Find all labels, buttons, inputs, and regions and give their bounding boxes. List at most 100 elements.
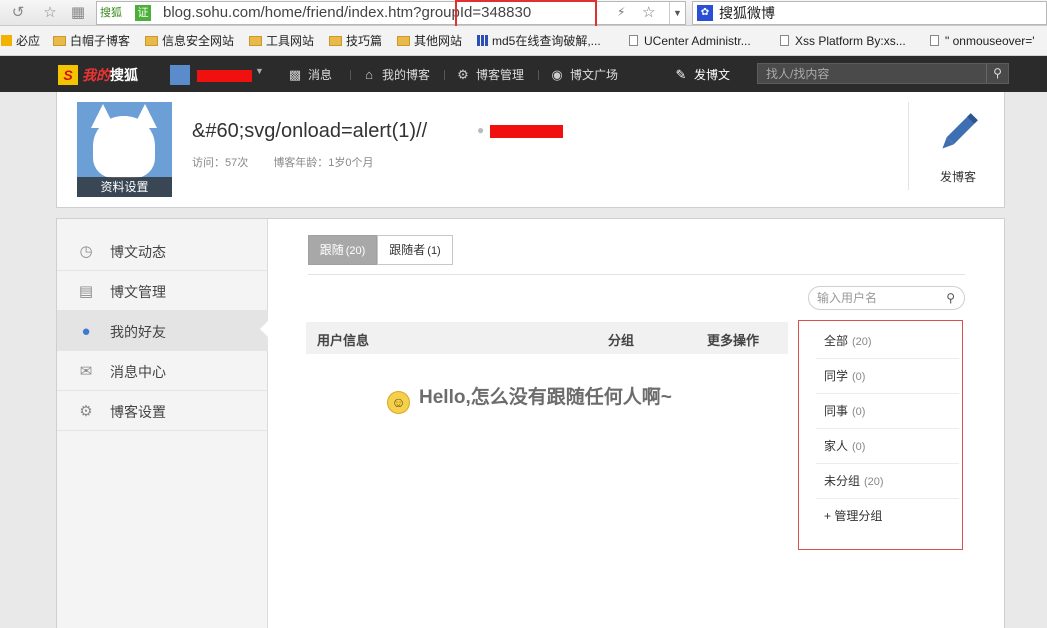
bookmark-item[interactable]: " onmouseover=' [930,33,1035,49]
back-icon[interactable]: ↺ [8,3,28,23]
post-article-button[interactable]: ✎ 发博文 [673,66,730,84]
sidebar-item-label: 博客设置 [110,404,166,420]
fox-logo-icon [91,104,157,178]
group-item-family[interactable]: 家人 (0) [816,429,959,464]
folder-icon [329,36,342,46]
visit-count: 访问：57次 [192,157,249,169]
page-icon [780,35,789,46]
column-user-info: 用户信息 [317,333,370,348]
search-engine-box[interactable]: ✿ 搜狐微博 [692,1,1047,25]
search-icon[interactable]: ⚲ [986,64,1008,83]
bookmark-item[interactable]: md5在线查询破解,... [477,33,601,49]
sidebar-item-label: 消息中心 [110,364,166,380]
empty-state: ☺ Hello,怎么没有跟随任何人啊~ [387,385,672,414]
username-redaction [197,70,252,82]
sidebar-item-posts[interactable]: ▤ 博文管理 [57,271,268,311]
avatar-settings-label[interactable]: 资料设置 [77,177,172,197]
clock-icon: ◷ [79,243,93,260]
sidebar-item-messages[interactable]: ✉ 消息中心 [57,351,268,391]
divider [538,70,539,80]
sidebar-item-settings[interactable]: ⚙ 博客设置 [57,391,268,431]
nav-square[interactable]: ◉ 博文广场 [549,66,618,84]
grid-icon [477,35,488,46]
star-icon[interactable]: ☆ [40,3,60,23]
nav-messages[interactable]: ▩ 消息 [287,66,332,84]
page-icon [629,35,638,46]
favorite-star-icon[interactable]: ☆ [642,3,655,21]
search-engine-label: 搜狐微博 [719,5,775,21]
bookmark-folder[interactable]: 其他网站 [397,33,462,49]
tab-following[interactable]: 跟随 (20) [308,235,377,265]
blog-age: 博客年龄：1岁0个月 [273,157,374,169]
smiley-icon: ☺ [387,391,410,414]
user-avatar[interactable] [170,65,190,85]
main-panel: ◷ 博文动态 ▤ 博文管理 ● 我的好友 ✉ 消息中心 ⚙ 博客设置 跟随 (20… [56,218,1005,628]
sidebar-item-label: 博文动态 [110,244,166,260]
post-blog-button[interactable]: 发博客 [908,102,1006,190]
sidebar-item-activity[interactable]: ◷ 博文动态 [57,231,268,271]
site-badge: 搜狐 [100,7,122,19]
blog-avatar[interactable]: 资料设置 [77,102,172,197]
globe-icon: ◉ [551,67,563,82]
bookmark-item[interactable]: UCenter Administr... [629,33,751,49]
sidebar-item-label: 博文管理 [110,284,166,300]
bookmark-item[interactable]: Xss Platform By:xs... [780,33,906,49]
address-bar[interactable]: 搜狐 证 blog.sohu.com/home/friend/index.htm… [96,1,686,25]
manage-groups-link[interactable]: + 管理分组 [816,499,959,534]
tab-followers[interactable]: 跟随者 (1) [377,235,453,265]
divider [308,274,965,275]
group-list: 全部 (20) 同学 (0) 同事 (0) 家人 (0) 未分组 (20) + 管理分组 [798,320,963,550]
bookmark-folder[interactable]: 工具网站 [249,33,314,49]
table-header: 用户信息 分组 更多操作 [306,322,788,354]
paw-icon: ✿ [697,5,713,21]
folder-icon [249,36,262,46]
blog-title: &#60;svg/onload=alert(1)// [192,120,428,142]
group-item-ungrouped[interactable]: 未分组 (20) [816,464,959,499]
active-indicator [260,320,269,338]
page-icon [930,35,939,46]
blog-stats: 访问：57次 博客年龄：1岁0个月 [192,154,396,170]
bookmark-folder[interactable]: 信息安全网站 [145,33,234,49]
caret-down-icon[interactable]: ▼ [255,66,264,76]
bookmark-item[interactable]: 必应 [1,33,40,49]
nav-blog-manage[interactable]: ⚙ 博客管理 [455,66,524,84]
pencil-icon [942,113,978,149]
gear-icon: ⚙ [79,403,93,420]
bing-icon [1,35,12,46]
folder-icon [53,36,66,46]
group-item-classmates[interactable]: 同学 (0) [816,359,959,394]
group-item-colleagues[interactable]: 同事 (0) [816,394,959,429]
search-icon[interactable]: ⚲ [946,291,955,305]
bookmarks-bar: 必应 白帽子博客 信息安全网站 工具网站 技巧篇 其他网站 md5在线查询破解,… [0,26,1047,56]
nav-my-blog[interactable]: ⌂ 我的博客 [361,66,430,84]
title-redaction [490,125,563,138]
post-blog-label: 发博客 [939,170,976,184]
home-icon: ⌂ [365,67,373,82]
folder-icon [397,36,410,46]
site-search-input[interactable] [758,64,988,83]
profile-header: 资料设置 &#60;svg/onload=alert(1)// ● 访问：57次… [56,92,1005,208]
site-search: ⚲ [757,63,1009,84]
sidebar: ◷ 博文动态 ▤ 博文管理 ● 我的好友 ✉ 消息中心 ⚙ 博客设置 [57,219,268,628]
envelope-icon: ✉ [79,363,93,380]
dropdown-arrow-icon[interactable]: ▼ [669,2,685,24]
person-icon: ● [81,323,91,340]
sidebar-item-label: 我的好友 [110,324,166,340]
column-actions: 更多操作 [707,333,760,348]
user-icon: ● [477,123,485,137]
group-item-all[interactable]: 全部 (20) [816,324,959,359]
chat-bubble-icon: ▩ [288,67,302,82]
certificate-icon[interactable]: 证 [135,5,151,21]
sidebar-item-friends[interactable]: ● 我的好友 [57,311,268,351]
sohu-logo[interactable]: S 我的搜狐 [58,64,138,86]
bookmark-folder[interactable]: 白帽子博客 [53,33,130,49]
lightning-icon[interactable]: ⚡ [617,5,625,19]
bookmark-folder[interactable]: 技巧篇 [329,33,382,49]
document-icon: ▤ [78,283,94,300]
empty-message: Hello,怎么没有跟随任何人啊~ [419,387,672,408]
divider [350,70,351,80]
divider [444,70,445,80]
apps-grid-icon[interactable]: ▦ [68,3,88,23]
column-group: 分组 [608,333,635,348]
user-search-input[interactable] [817,289,941,307]
